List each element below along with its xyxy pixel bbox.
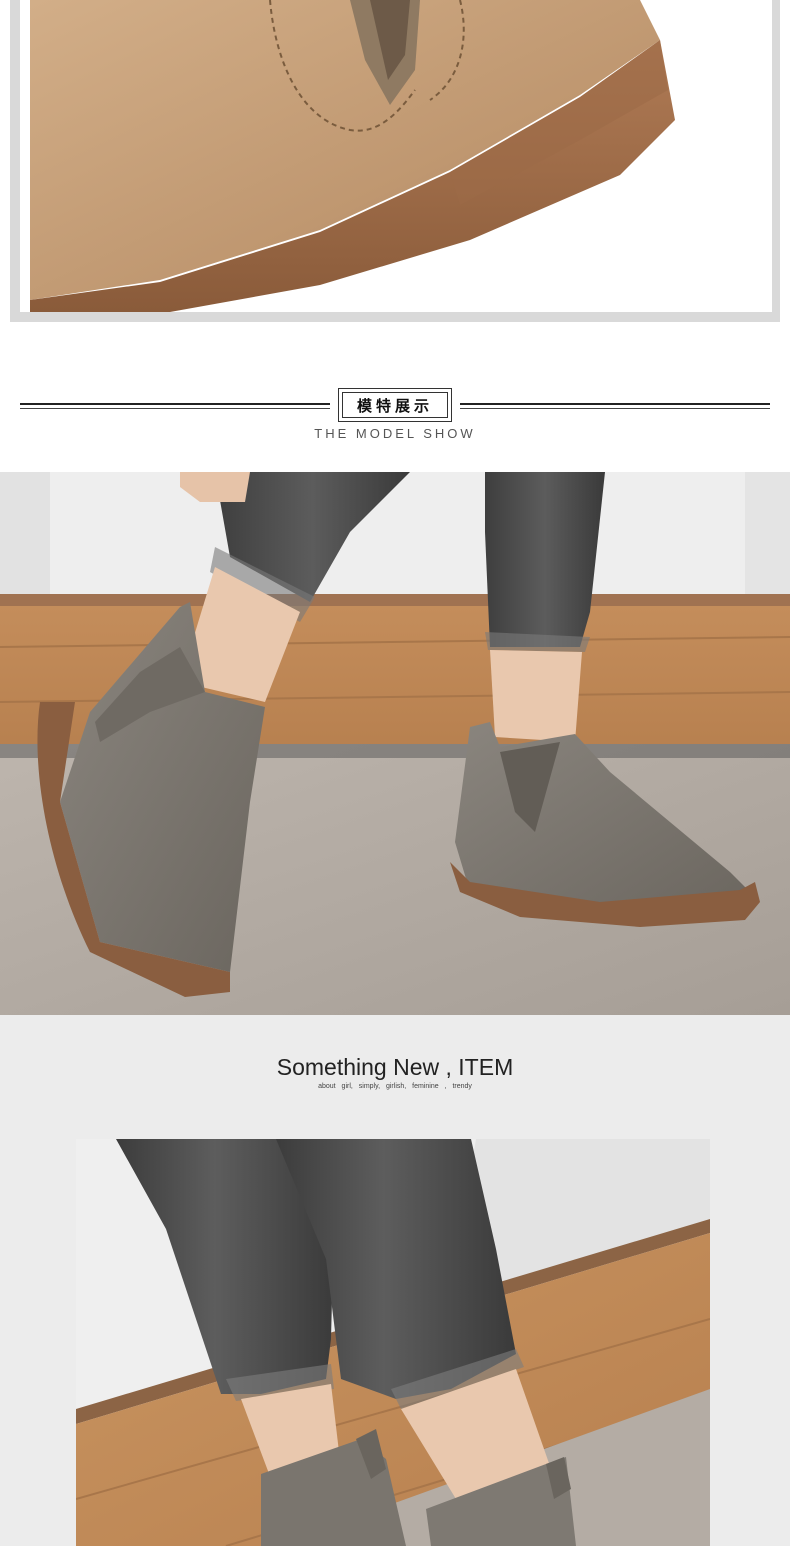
model-jeans-closeup-image: [76, 1139, 710, 1546]
tan-boot-closeup-image: [20, 0, 772, 312]
model-wearing-grey-boots-image: [0, 472, 790, 1015]
header-rule-right-top: [460, 403, 770, 405]
section-title-box: 模特展示: [338, 388, 452, 422]
header-rule-left-top: [20, 403, 330, 405]
section-title: 模特展示: [342, 392, 448, 418]
model-photo-1: [0, 472, 790, 1015]
detail-photo: [20, 0, 772, 312]
header-rule-left-bottom: [20, 408, 330, 409]
slogan-tags: about girl, simply, girlish, feminine , …: [318, 1083, 472, 1090]
model-photo-2: [76, 1139, 710, 1546]
section-subtitle: THE MODEL SHOW: [314, 426, 476, 441]
header-rule-right-bottom: [460, 408, 770, 409]
slogan-title: Something New , ITEM: [276, 1054, 514, 1080]
